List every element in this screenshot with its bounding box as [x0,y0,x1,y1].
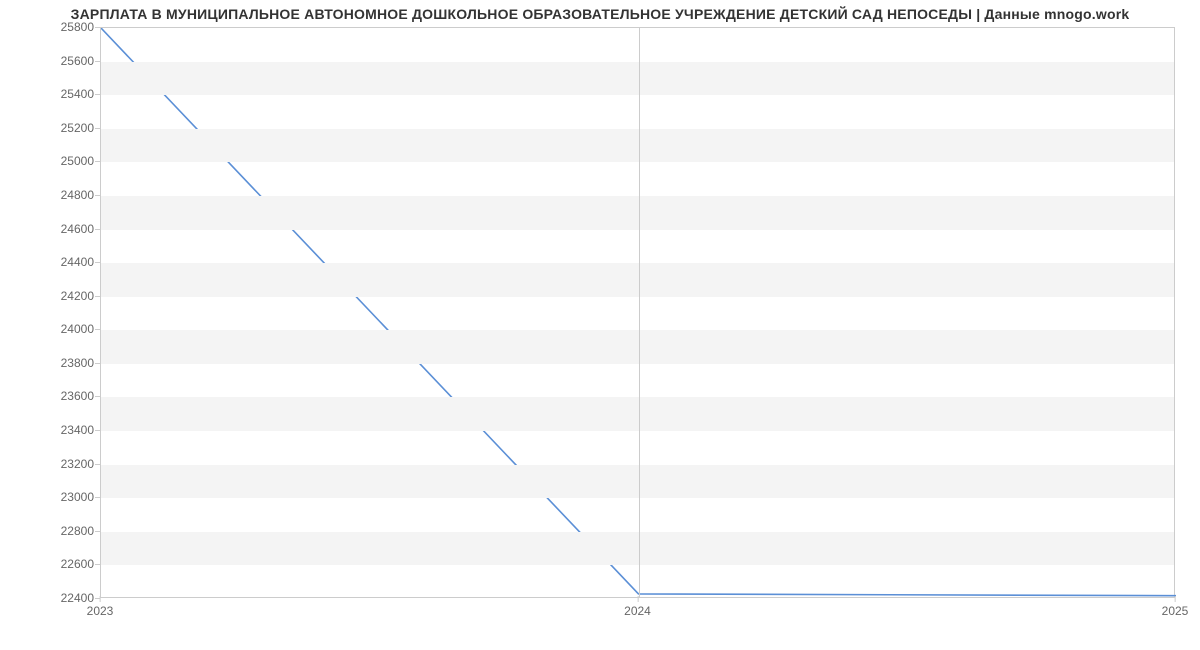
plot-area [100,27,1175,598]
chart-title: ЗАРПЛАТА В МУНИЦИПАЛЬНОЕ АВТОНОМНОЕ ДОШК… [0,6,1200,22]
x-tick-label: 2023 [87,604,114,618]
y-tick-label: 24200 [4,289,94,303]
y-tick-label: 25600 [4,54,94,68]
y-tick-label: 24400 [4,255,94,269]
y-tick-label: 23800 [4,356,94,370]
x-tick-label: 2024 [624,604,651,618]
grid-band [101,532,1174,566]
grid-band [101,263,1174,297]
y-tick-label: 23600 [4,389,94,403]
y-tick-label: 24600 [4,222,94,236]
y-tick-label: 22800 [4,524,94,538]
grid-band [101,196,1174,230]
y-tick-label: 22600 [4,557,94,571]
x-gridline [639,28,640,597]
y-tick-label: 25400 [4,87,94,101]
x-tick-label: 2025 [1162,604,1189,618]
y-tick-label: 25000 [4,154,94,168]
y-tick-label: 24000 [4,322,94,336]
y-tick-label: 23200 [4,457,94,471]
grid-band [101,397,1174,431]
grid-band [101,129,1174,163]
y-tick-label: 23400 [4,423,94,437]
grid-band [101,62,1174,96]
grid-band [101,330,1174,364]
salary-chart: ЗАРПЛАТА В МУНИЦИПАЛЬНОЕ АВТОНОМНОЕ ДОШК… [0,0,1200,650]
y-tick-label: 24800 [4,188,94,202]
y-tick-label: 22400 [4,591,94,605]
y-tick-label: 25200 [4,121,94,135]
grid-band [101,465,1174,499]
y-tick-label: 23000 [4,490,94,504]
y-tick-label: 25800 [4,20,94,34]
